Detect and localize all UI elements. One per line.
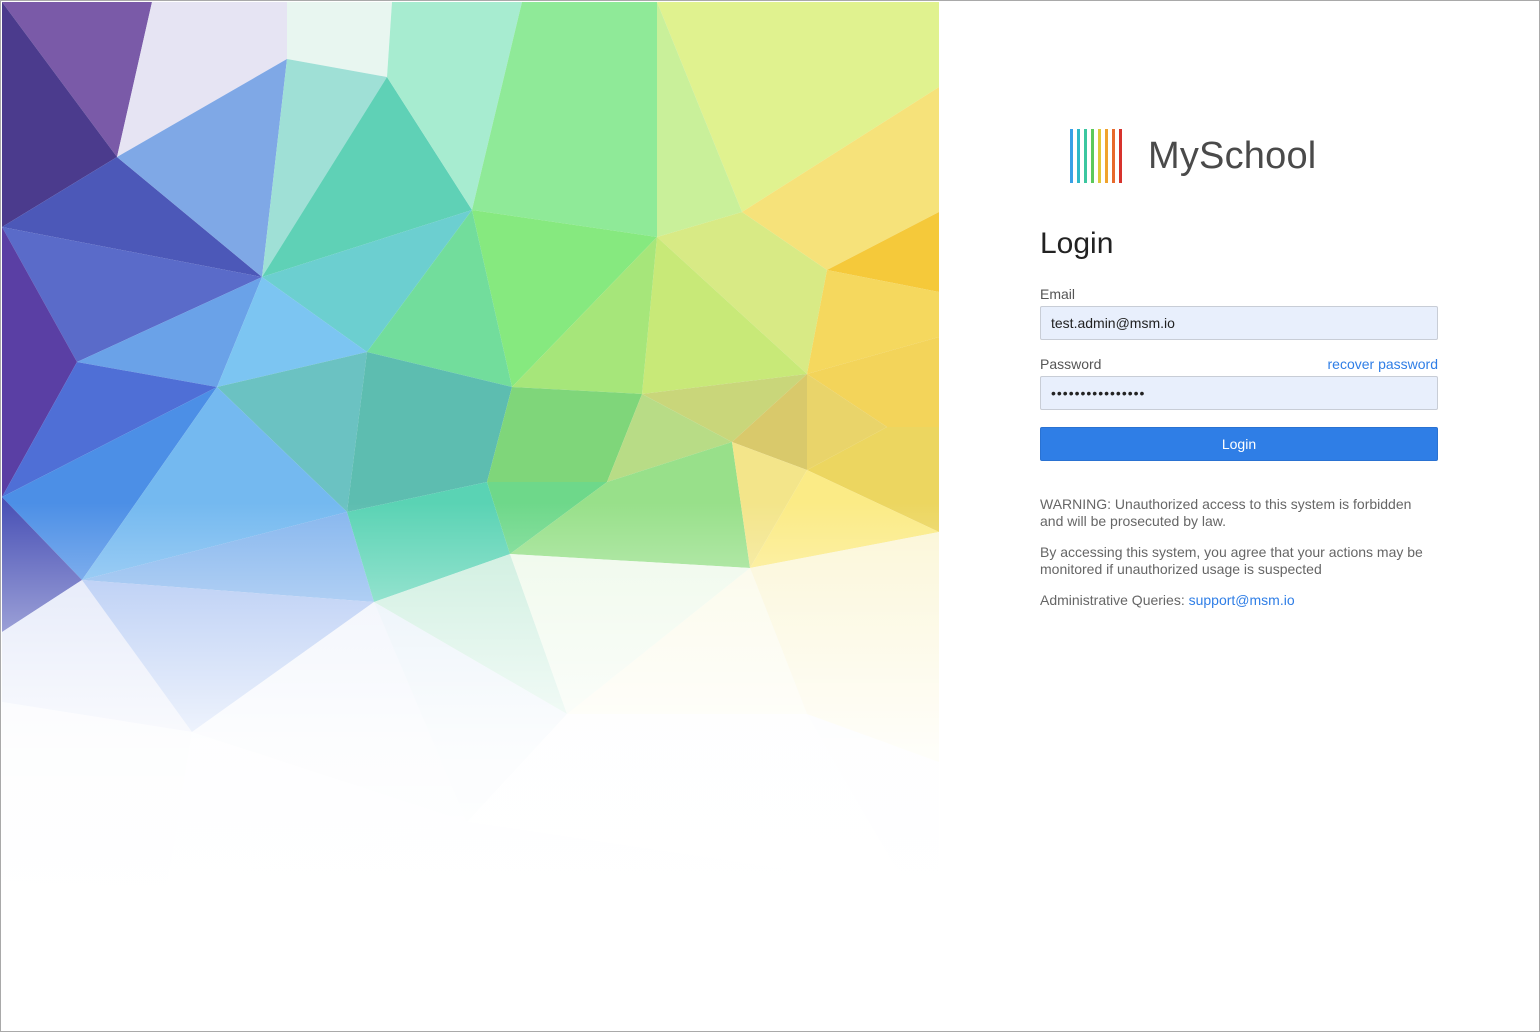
warning-notice: WARNING: Unauthorized access to this sys… <box>1040 496 1412 529</box>
recover-password-link[interactable]: recover password <box>1328 356 1439 372</box>
logo-bar <box>1091 129 1094 183</box>
brand-logo: MySchool <box>1040 101 1322 211</box>
logo-bar <box>1077 129 1080 183</box>
admin-queries-label: Administrative Queries: <box>1040 592 1185 608</box>
logo-bars-icon <box>1068 127 1126 185</box>
page-title: Login <box>1040 227 1114 260</box>
app-window: MySchool Login Email Password recover pa… <box>0 0 1540 1032</box>
admin-queries: Administrative Queries: support@msm.io <box>1040 592 1438 609</box>
logo-bar <box>1119 129 1122 183</box>
logo-bar <box>1105 129 1108 183</box>
support-email-link[interactable]: support@msm.io <box>1189 592 1295 608</box>
polygon-art <box>2 2 939 912</box>
logo-bar <box>1112 129 1115 183</box>
logo-bar <box>1070 129 1073 183</box>
monitoring-notice: By accessing this system, you agree that… <box>1040 544 1423 577</box>
email-label: Email <box>1040 286 1076 302</box>
email-field[interactable] <box>1040 306 1438 340</box>
logo-bar <box>1098 129 1101 183</box>
password-label: Password <box>1040 356 1102 372</box>
password-field[interactable] <box>1040 376 1438 410</box>
login-button[interactable]: Login <box>1040 427 1438 461</box>
decorative-background-art <box>2 2 939 912</box>
logo-bar <box>1084 129 1087 183</box>
brand-name: MySchool <box>1148 134 1317 177</box>
